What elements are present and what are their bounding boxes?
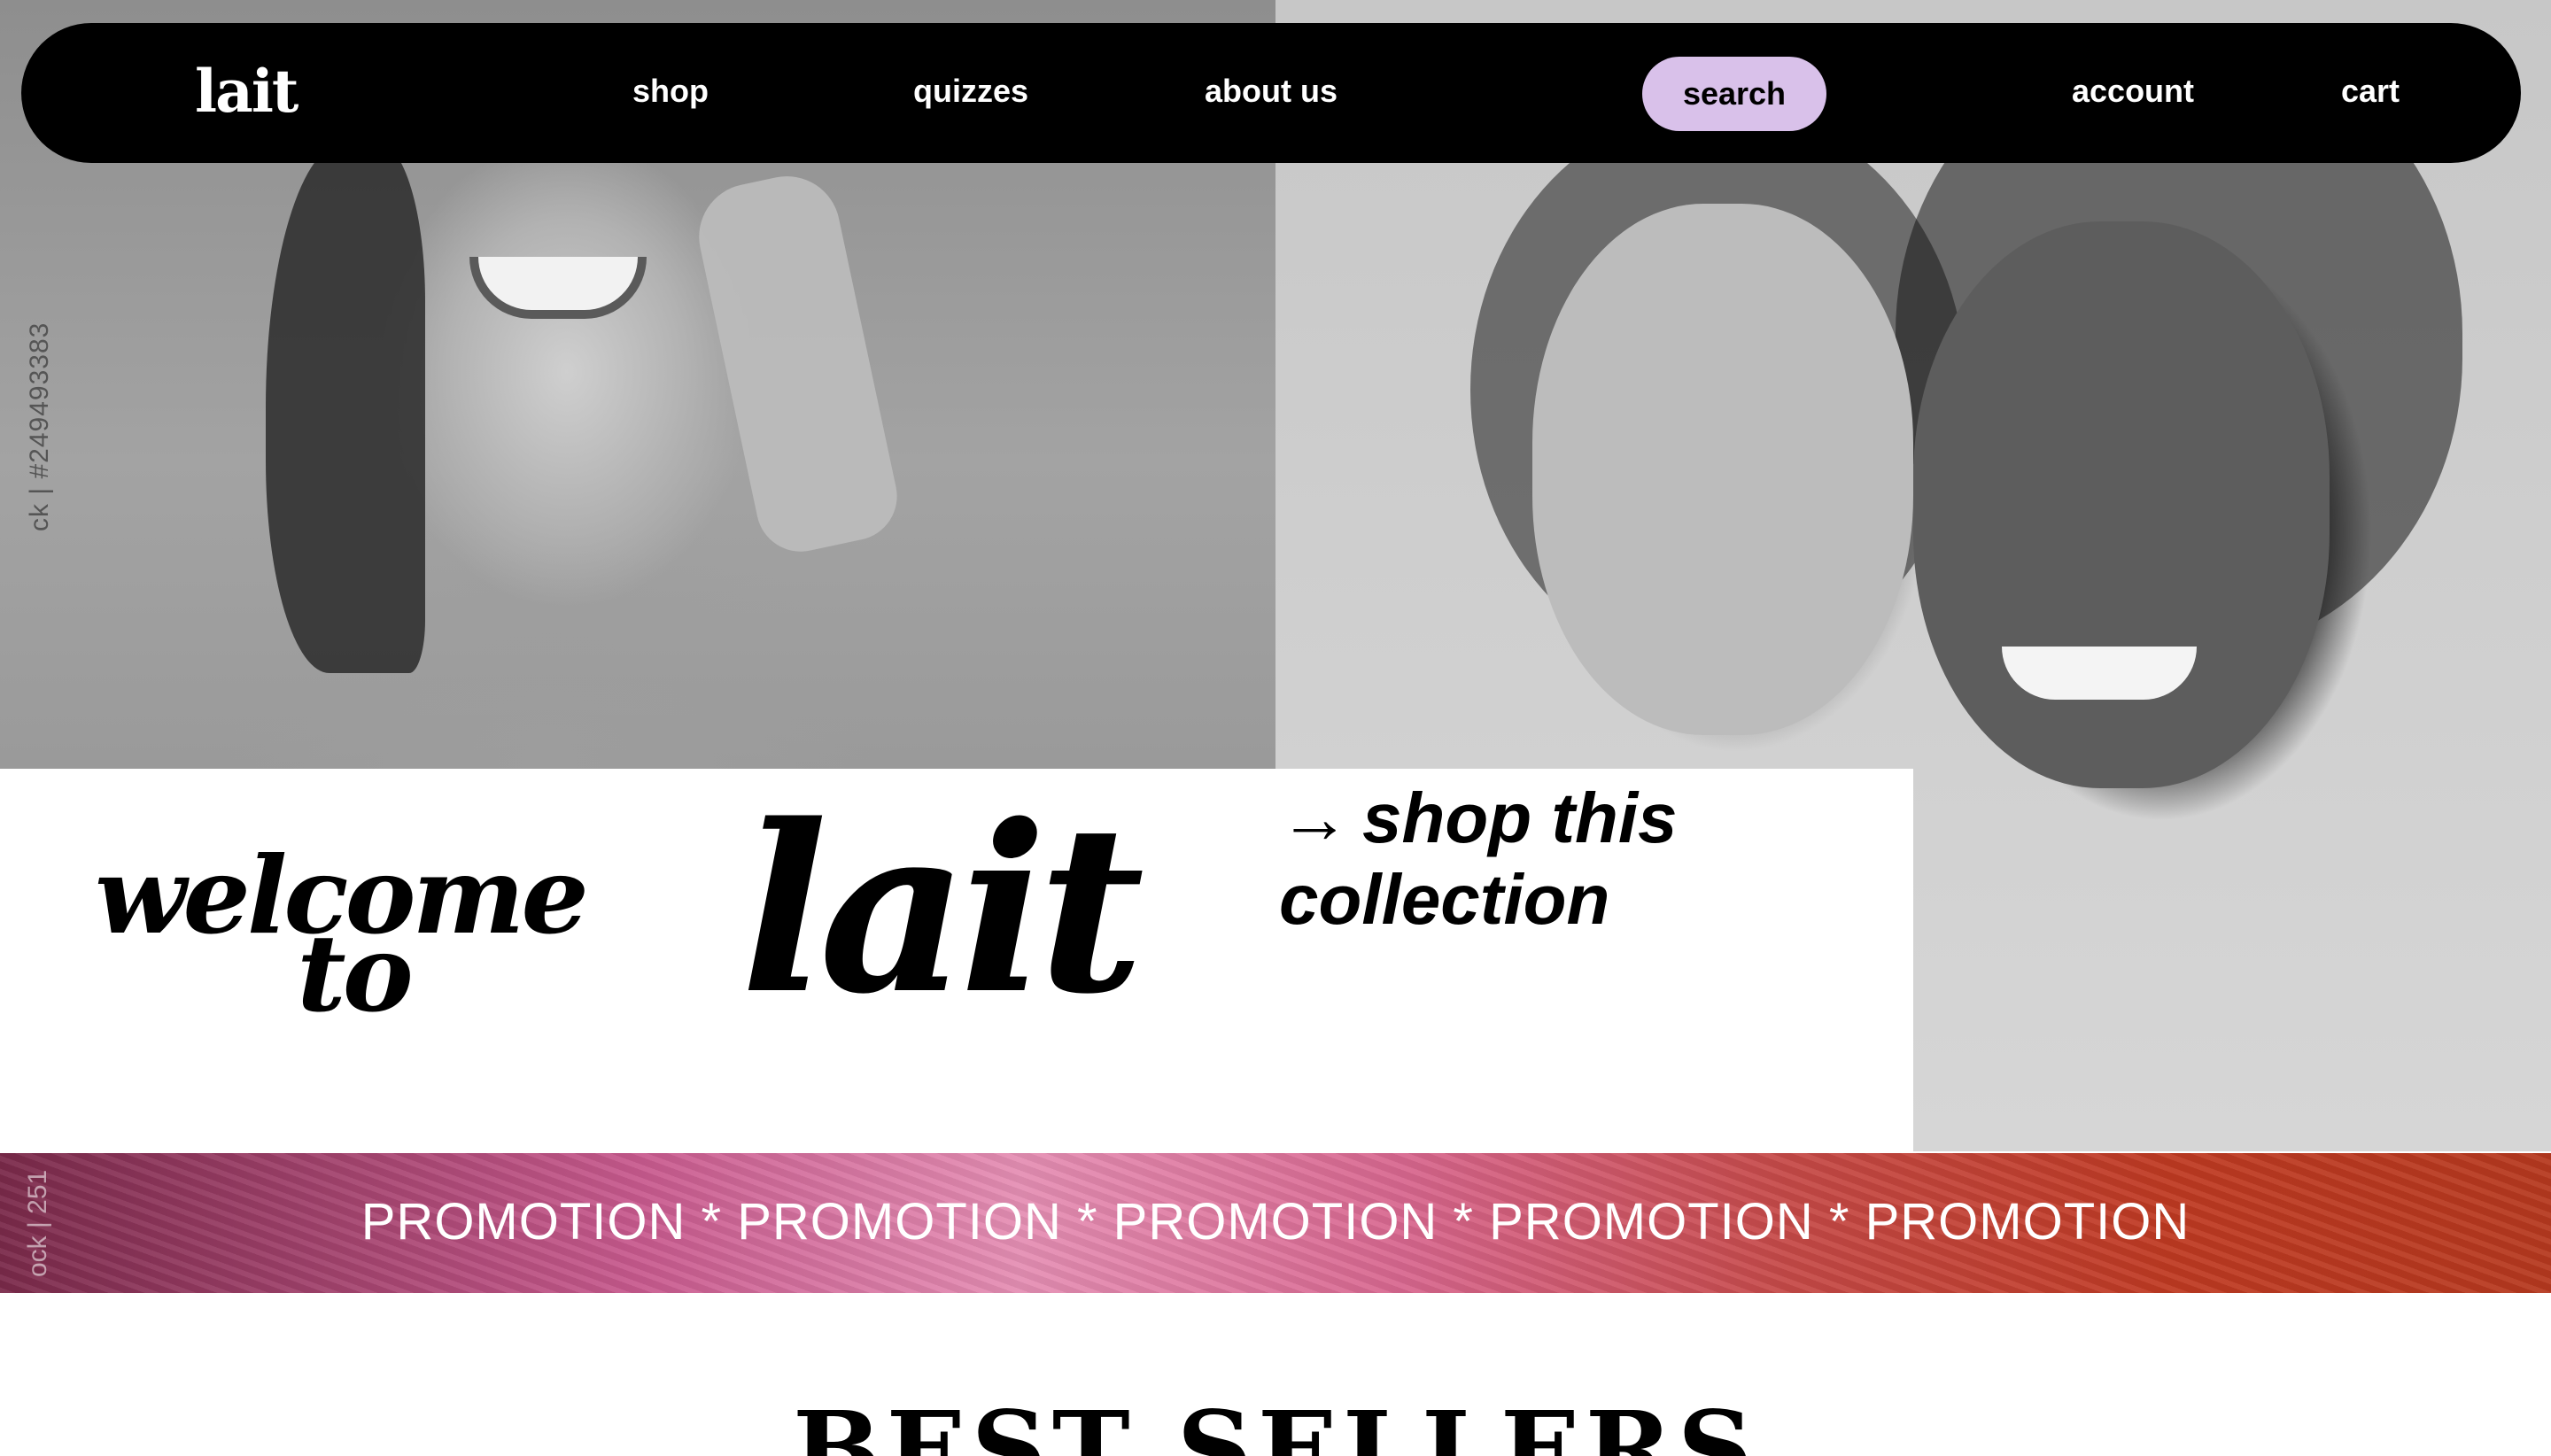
nav-cart-link[interactable]: cart [2341,73,2400,110]
best-sellers-heading: BEST SELLERS [792,1388,1759,1456]
promotion-text: PROMOTION * PROMOTION * PROMOTION * PROM… [361,1193,2190,1251]
nav-quizzes-link[interactable]: quizzes [913,73,1028,110]
welcome-heading: welcome to [57,843,624,1027]
photo-shape [2002,647,2197,700]
site-logo[interactable]: lait [195,57,299,126]
shop-collection-link[interactable]: → shop this collection [1279,778,1828,941]
photo-shape [266,142,425,673]
nav-shop-link[interactable]: shop [632,73,709,110]
welcome-panel: welcome to lait → shop this collection [0,769,1913,1153]
top-navbar: lait shop quizzes about us search accoun… [21,23,2521,163]
nav-account-link[interactable]: account [2072,73,2194,110]
search-button[interactable]: search [1642,57,1826,131]
photo-shape [689,166,905,561]
photo-shape [1532,204,1913,735]
photo-shape [469,257,647,319]
arrow-right-icon: → [1279,778,1350,857]
promotion-banner[interactable]: ock | 251 PROMOTION * PROMOTION * PROMOT… [0,1153,2551,1293]
hero-brand-logo: lait [740,775,1144,1045]
nav-about-link[interactable]: about us [1205,73,1338,110]
photo-shape [1913,221,2330,788]
image-watermark: ck | #249493383 [25,321,54,531]
